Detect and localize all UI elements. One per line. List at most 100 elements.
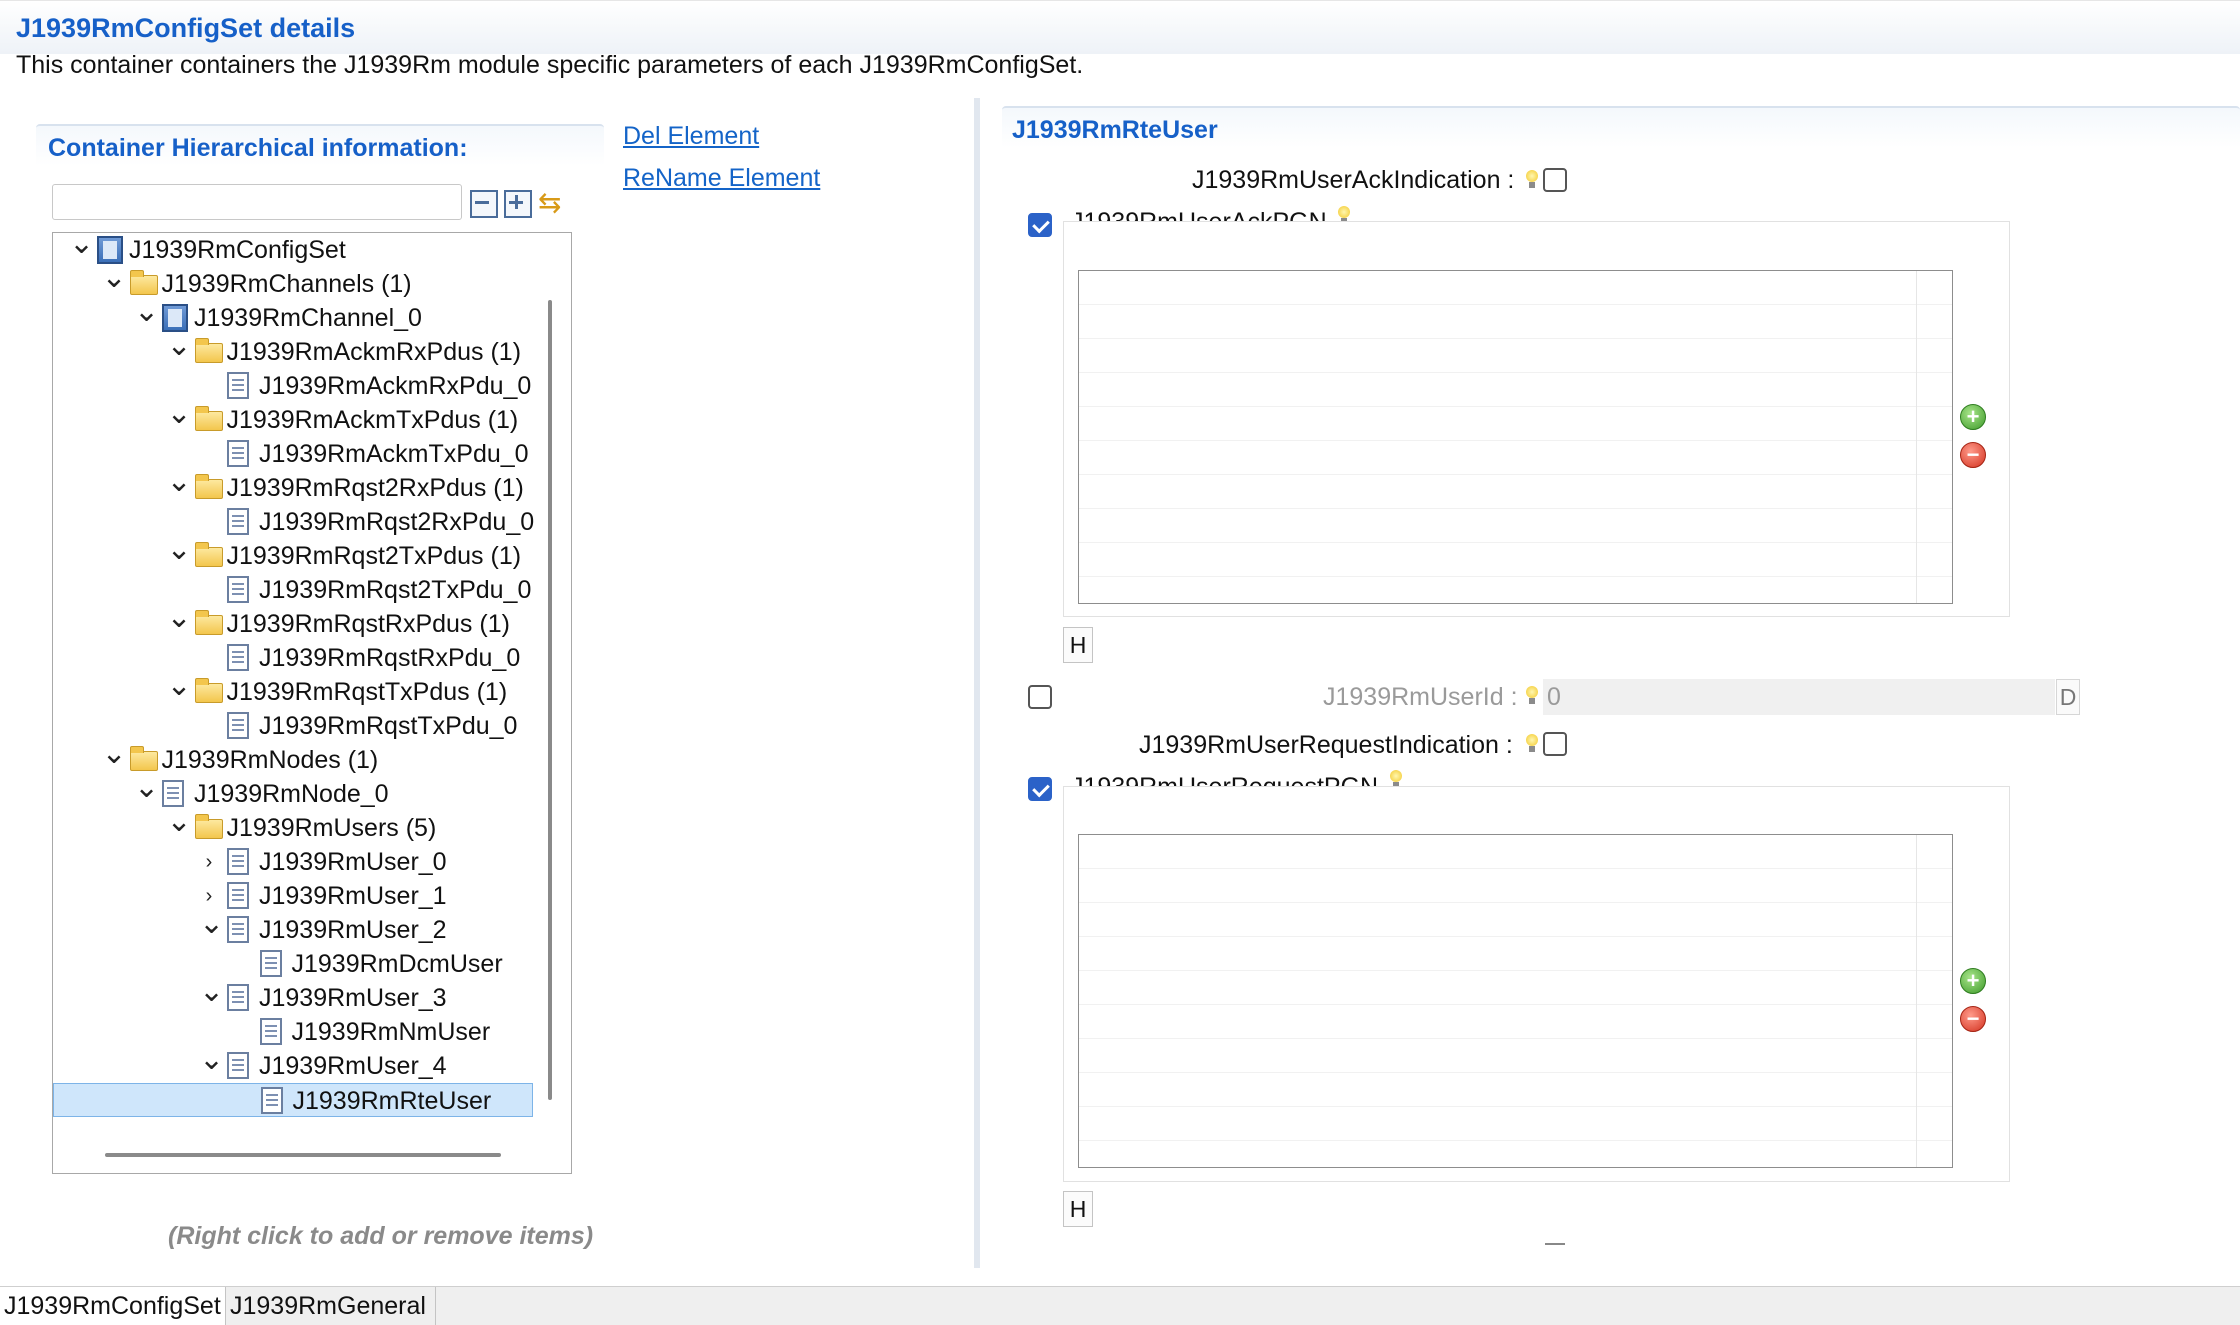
rte-user-section-title: J1939RmRteUser [1002, 106, 2240, 148]
chevron-down-icon[interactable]: ⌄ [167, 535, 192, 573]
tree-item[interactable]: ⌄ J1939RmAckmRxPdus (1) [53, 331, 533, 369]
chevron-down-icon[interactable]: ⌄ [199, 909, 224, 947]
user-id-enable-checkbox[interactable] [1028, 685, 1052, 709]
document-icon [162, 780, 184, 807]
config-icon [162, 304, 188, 332]
chevron-down-icon[interactable]: ⌄ [167, 467, 192, 505]
document-icon [259, 1018, 282, 1045]
tree-item-label: J1939RmRqst2RxPdu_0 [259, 508, 535, 536]
del-element-link[interactable]: Del Element [623, 122, 759, 151]
tree-item[interactable]: ⌄ J1939RmRqstRxPdus (1) [53, 603, 533, 641]
tree-item-label: J1939RmChannel_0 [194, 304, 422, 332]
chevron-right-icon[interactable]: › [199, 845, 219, 879]
add-ack-pgn-button[interactable]: + [1960, 404, 1986, 430]
request-pgn-list[interactable] [1078, 834, 1953, 1168]
container-tree[interactable]: ⌄ J1939RmConfigSet ⌄ J1939RmChannels (1) ⌄ J1… [52, 232, 572, 1174]
tree-item[interactable]: J1939RmRqst2TxPdu_0 [53, 573, 533, 607]
tree-item[interactable]: ⌄ J1939RmUser_4 [53, 1045, 533, 1083]
chevron-down-icon[interactable]: ⌄ [167, 671, 192, 709]
tree-item[interactable]: ⌄ J1939RmUser_3 [53, 977, 533, 1015]
tree-item-label: J1939RmRqstRxPdu_0 [259, 644, 521, 672]
rename-element-link[interactable]: ReName Element [623, 164, 820, 193]
tree-item[interactable]: ⌄ J1939RmRqst2RxPdus (1) [53, 467, 533, 505]
ack-pgn-list[interactable] [1078, 270, 1953, 604]
tree-item[interactable]: ⌄ J1939RmUsers (5) [53, 807, 533, 845]
sync-icon[interactable]: ⇆ [538, 189, 564, 217]
chevron-down-icon[interactable]: ⌄ [69, 233, 94, 267]
request-pgn-hex-button[interactable]: H [1063, 1191, 1093, 1227]
expand-all-icon[interactable] [504, 190, 532, 218]
ack-pgn-hex-button[interactable]: H [1063, 627, 1093, 663]
editor-tabs: J1939RmConfigSet J1939RmGeneral [0, 1286, 2240, 1325]
tree-item-label: J1939RmNode_0 [194, 780, 389, 808]
folder-icon [194, 678, 223, 703]
remove-request-pgn-button[interactable]: − [1960, 1006, 1986, 1032]
tree-item[interactable]: ⌄ J1939RmNodes (1) [53, 739, 533, 777]
tree-item[interactable]: J1939RmDcmUser [53, 947, 533, 981]
tree-item-label: J1939RmRqstTxPdus (1) [226, 678, 508, 706]
request-indication-checkbox[interactable] [1543, 732, 1567, 756]
document-icon [227, 1052, 249, 1079]
tree-item[interactable]: J1939RmAckmRxPdu_0 [53, 369, 533, 403]
chevron-down-icon[interactable]: ⌄ [167, 603, 192, 641]
page-description: This container containers the J1939Rm mo… [16, 51, 1084, 79]
tree-item-label: J1939RmRteUser [292, 1087, 492, 1115]
chevron-down-icon[interactable]: ⌄ [134, 773, 159, 811]
chevron-down-icon[interactable]: ⌄ [102, 739, 127, 777]
tree-item[interactable]: ⌄ J1939RmRqst2TxPdus (1) [53, 535, 533, 573]
chevron-down-icon[interactable]: ⌄ [134, 297, 159, 335]
tree-item-label: J1939RmAckmRxPdu_0 [259, 372, 532, 400]
tab-j1939rmgeneral[interactable]: J1939RmGeneral [226, 1287, 436, 1325]
folder-icon [194, 474, 223, 499]
ack-indication-checkbox[interactable] [1543, 168, 1567, 192]
tree-item[interactable]: › J1939RmUser_1 [53, 879, 533, 913]
tree-item-label: J1939RmRqst2RxPdus (1) [226, 474, 524, 502]
folder-icon [194, 338, 223, 363]
user-id-decimal-button[interactable]: D [2056, 679, 2080, 715]
tree-filter-input[interactable] [52, 184, 462, 220]
user-id-input[interactable]: 0 [1543, 679, 2055, 715]
tree-item-label: J1939RmUser_3 [259, 984, 447, 1012]
chevron-down-icon[interactable]: ⌄ [167, 331, 192, 369]
folder-icon [129, 270, 158, 295]
tree-item[interactable]: ⌄ J1939RmChannels (1) [53, 263, 533, 301]
folder-icon [194, 610, 223, 635]
tree-item-label: J1939RmAckmTxPdus (1) [226, 406, 519, 434]
tree-item[interactable]: ⌄ J1939RmNode_0 [53, 773, 533, 811]
tree-item-label: J1939RmChannels (1) [161, 270, 412, 298]
chevron-down-icon[interactable]: ⌄ [199, 1045, 224, 1083]
tree-item-label: J1939RmUser_0 [259, 848, 447, 876]
tree-item-label: J1939RmRqst2TxPdus (1) [226, 542, 522, 570]
lightbulb-icon [1525, 734, 1539, 754]
chevron-down-icon[interactable]: ⌄ [102, 263, 127, 301]
list-column-separator [1916, 271, 1917, 603]
document-icon [227, 644, 249, 671]
tree-item[interactable]: J1939RmRqstRxPdu_0 [53, 641, 533, 675]
tree-vertical-scrollbar[interactable] [548, 300, 552, 1100]
tab-j1939rmconfigset[interactable]: J1939RmConfigSet [0, 1287, 226, 1325]
tree-horizontal-scrollbar[interactable] [105, 1153, 501, 1157]
folder-icon [129, 746, 158, 771]
tree-item[interactable]: ⌄ J1939RmUser_2 [53, 909, 533, 947]
ack-pgn-enable-checkbox[interactable] [1028, 213, 1052, 237]
chevron-down-icon[interactable]: ⌄ [199, 977, 224, 1015]
add-request-pgn-button[interactable]: + [1960, 968, 1986, 994]
chevron-down-icon[interactable]: ⌄ [167, 807, 192, 845]
tree-item[interactable]: ⌄ J1939RmChannel_0 [53, 297, 533, 335]
tree-item[interactable]: J1939RmAckmTxPdu_0 [53, 437, 533, 471]
chevron-down-icon[interactable]: ⌄ [167, 399, 192, 437]
panel-divider[interactable] [974, 98, 980, 1268]
request-pgn-enable-checkbox[interactable] [1028, 777, 1052, 801]
tree-item[interactable]: › J1939RmUser_0 [53, 845, 533, 879]
tree-item[interactable]: ⌄ J1939RmAckmTxPdus (1) [53, 399, 533, 437]
tree-item[interactable]: ⌄ J1939RmRqstTxPdus (1) [53, 671, 533, 709]
tree-item[interactable]: J1939RmNmUser [53, 1015, 533, 1049]
document-icon [259, 950, 282, 977]
tree-item-selected[interactable]: J1939RmRteUser [53, 1083, 533, 1117]
document-icon [227, 916, 249, 943]
collapse-all-icon[interactable] [470, 190, 498, 218]
document-icon [227, 984, 249, 1011]
tree-item-label: J1939RmRqstTxPdu_0 [259, 712, 518, 740]
tree-item[interactable]: J1939RmRqst2RxPdu_0 [53, 505, 535, 539]
remove-ack-pgn-button[interactable]: − [1960, 442, 1986, 468]
